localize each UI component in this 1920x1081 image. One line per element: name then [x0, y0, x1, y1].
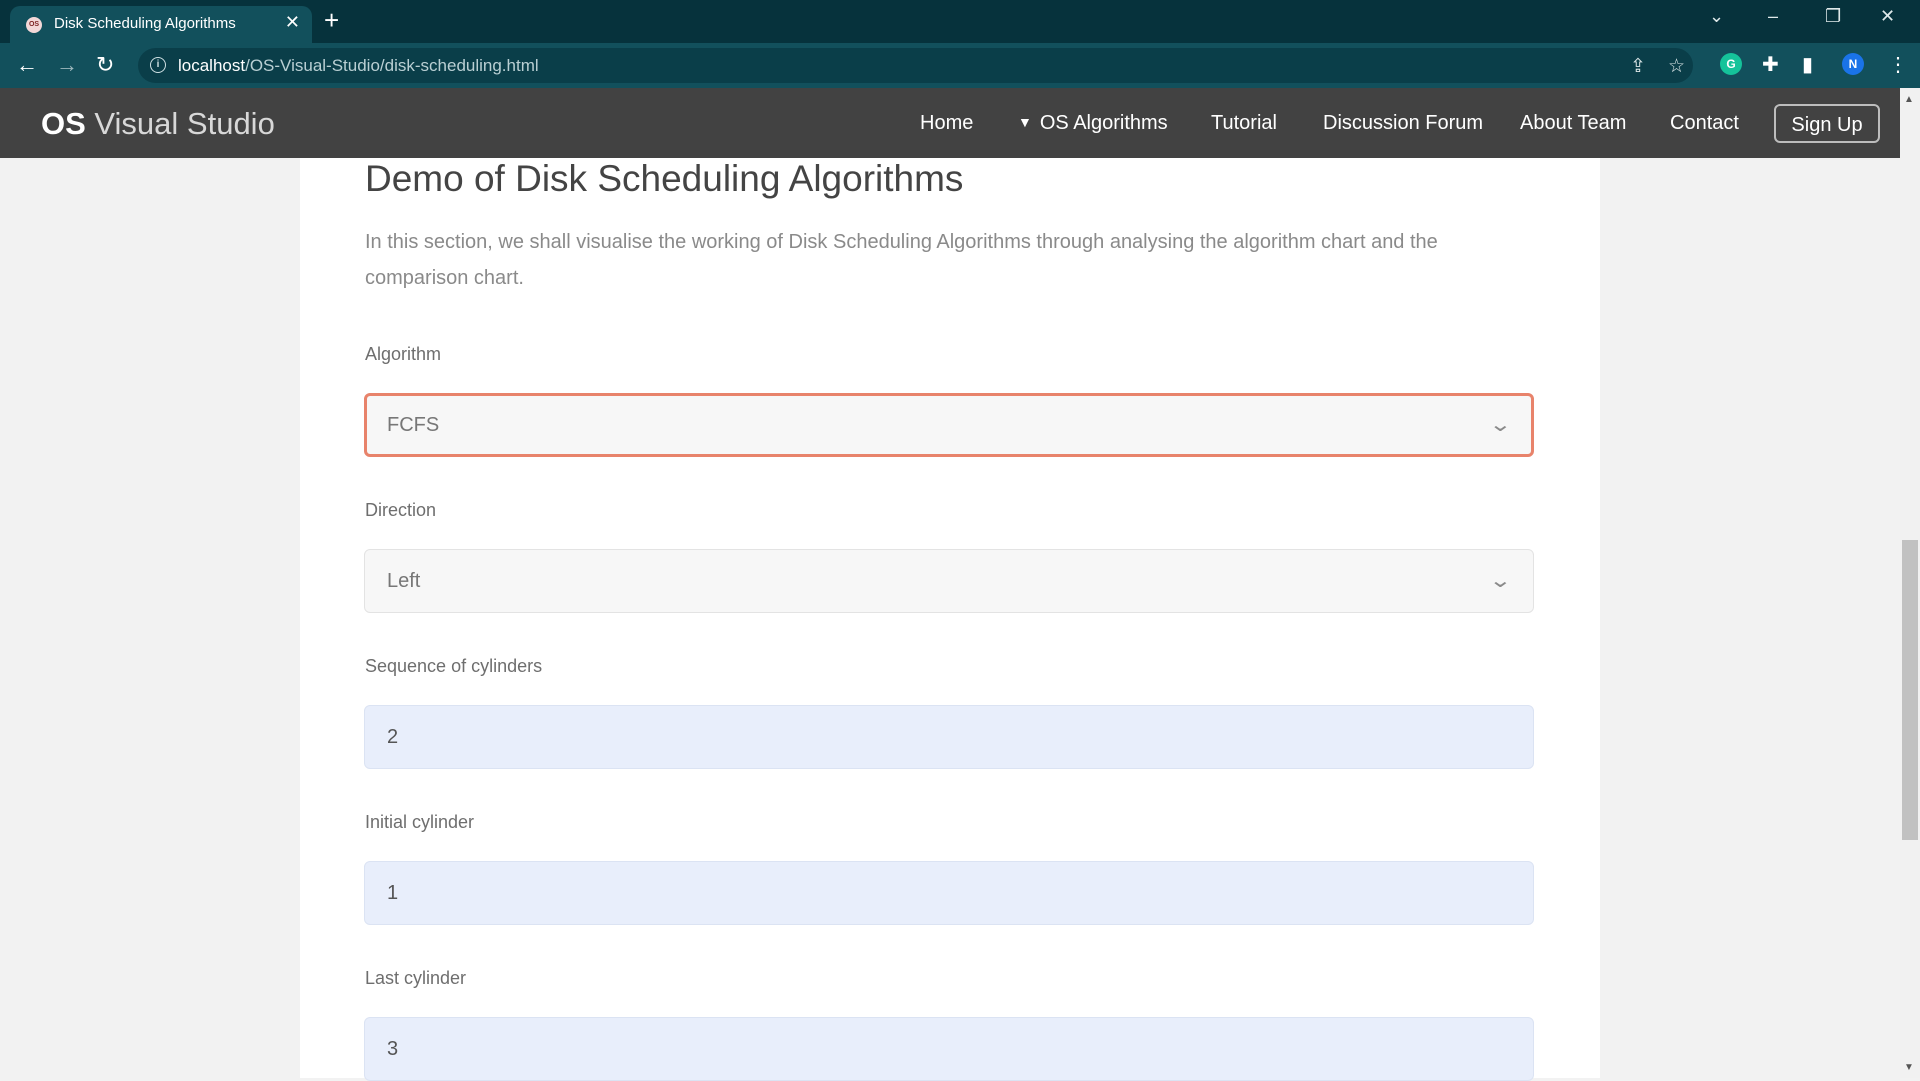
browser-tab-bar: OS Disk Scheduling Algorithms ✕ + ⌄ – ❐ …	[0, 0, 1920, 43]
tab-search-icon[interactable]: ⌄	[1709, 6, 1724, 27]
restore-icon[interactable]: ❐	[1825, 6, 1841, 27]
algorithm-label: Algorithm	[365, 344, 442, 364]
back-icon[interactable]: ←	[16, 51, 38, 79]
site-header: OS Visual Studio Home ▼ OS Algorithms Tut…	[0, 88, 1900, 158]
menu-kebab-icon[interactable]: ⋮	[1888, 53, 1908, 77]
side-panel-icon[interactable]: ▮	[1802, 53, 1813, 77]
reload-icon[interactable]: ↻	[96, 51, 114, 79]
chevron-down-icon: ⌄	[1488, 414, 1513, 436]
algorithm-value: FCFS	[387, 414, 440, 436]
browser-tab-active[interactable]: OS Disk Scheduling Algorithms ✕	[10, 6, 312, 43]
extensions-icon[interactable]: ✚	[1762, 53, 1779, 77]
scroll-down-arrow-icon[interactable]: ▼	[1904, 1062, 1914, 1073]
nav-home[interactable]: Home	[920, 112, 973, 135]
address-bar[interactable]: i localhost/OS-Visual-Studio/disk-schedu…	[138, 48, 1693, 83]
initial-cylinder-input[interactable]: 1	[364, 861, 1534, 925]
brand-light: Visual Studio	[94, 106, 275, 141]
nav-contact[interactable]: Contact	[1670, 112, 1739, 135]
site-info-icon[interactable]: i	[150, 57, 166, 73]
nav-tutorial[interactable]: Tutorial	[1211, 112, 1277, 135]
sequence-label: Sequence of cylinders	[365, 656, 543, 676]
sequence-input[interactable]: 2	[364, 705, 1534, 769]
forward-icon[interactable]: →	[56, 51, 78, 79]
intro-text: In this section, we shall visualise the …	[365, 231, 1438, 289]
initial-cylinder-value: 1	[387, 882, 399, 904]
favicon-icon: OS	[26, 17, 42, 33]
nav-discussion-forum[interactable]: Discussion Forum	[1323, 112, 1483, 135]
chevron-down-icon: ▼	[1018, 114, 1032, 130]
browser-toolbar: ← → ↻ i localhost/OS-Visual-Studio/disk-…	[0, 43, 1920, 88]
profile-avatar[interactable]: N	[1842, 53, 1864, 75]
initial-cylinder-label: Initial cylinder	[365, 812, 475, 832]
nav-about-team[interactable]: About Team	[1520, 112, 1626, 135]
url-path: /OS-Visual-Studio/disk-scheduling.html	[245, 56, 539, 75]
tab-title: Disk Scheduling Algorithms	[54, 15, 236, 32]
share-icon[interactable]: ⇪	[1630, 55, 1646, 78]
sequence-value: 2	[387, 726, 399, 748]
last-cylinder-label: Last cylinder	[365, 968, 467, 988]
url-host: localhost	[178, 56, 246, 75]
scroll-up-arrow-icon[interactable]: ▲	[1904, 94, 1914, 105]
algorithm-select[interactable]: FCFS ⌄	[364, 393, 1534, 457]
brand-bold: OS	[41, 106, 86, 141]
nav-os-algorithms-label: OS Algorithms	[1039, 112, 1168, 134]
page-title: Demo of Disk Scheduling Algorithms	[365, 158, 964, 199]
close-window-icon[interactable]: ✕	[1880, 6, 1895, 27]
site-logo[interactable]: OS Visual Studio	[41, 106, 275, 142]
signup-button[interactable]: Sign Up	[1774, 104, 1880, 143]
url-text[interactable]: localhost/OS-Visual-Studio/disk-scheduli…	[178, 56, 539, 76]
nav-os-algorithms[interactable]: ▼ OS Algorithms	[1018, 112, 1168, 135]
content-card: Demo of Disk Scheduling Algorithms In th…	[300, 158, 1600, 1081]
last-cylinder-value: 3	[387, 1038, 399, 1060]
last-cylinder-input[interactable]: 3	[364, 1017, 1534, 1081]
grammarly-icon[interactable]: G	[1720, 53, 1742, 75]
new-tab-button[interactable]: +	[324, 6, 339, 34]
direction-value: Left	[387, 570, 421, 592]
chevron-down-icon: ⌄	[1488, 570, 1513, 592]
bookmark-star-icon[interactable]: ☆	[1668, 55, 1685, 78]
scrollbar-thumb[interactable]	[1902, 540, 1918, 840]
direction-label: Direction	[365, 500, 437, 520]
close-tab-icon[interactable]: ✕	[285, 12, 300, 33]
direction-select[interactable]: Left ⌄	[364, 549, 1534, 613]
minimize-icon[interactable]: –	[1768, 6, 1778, 27]
